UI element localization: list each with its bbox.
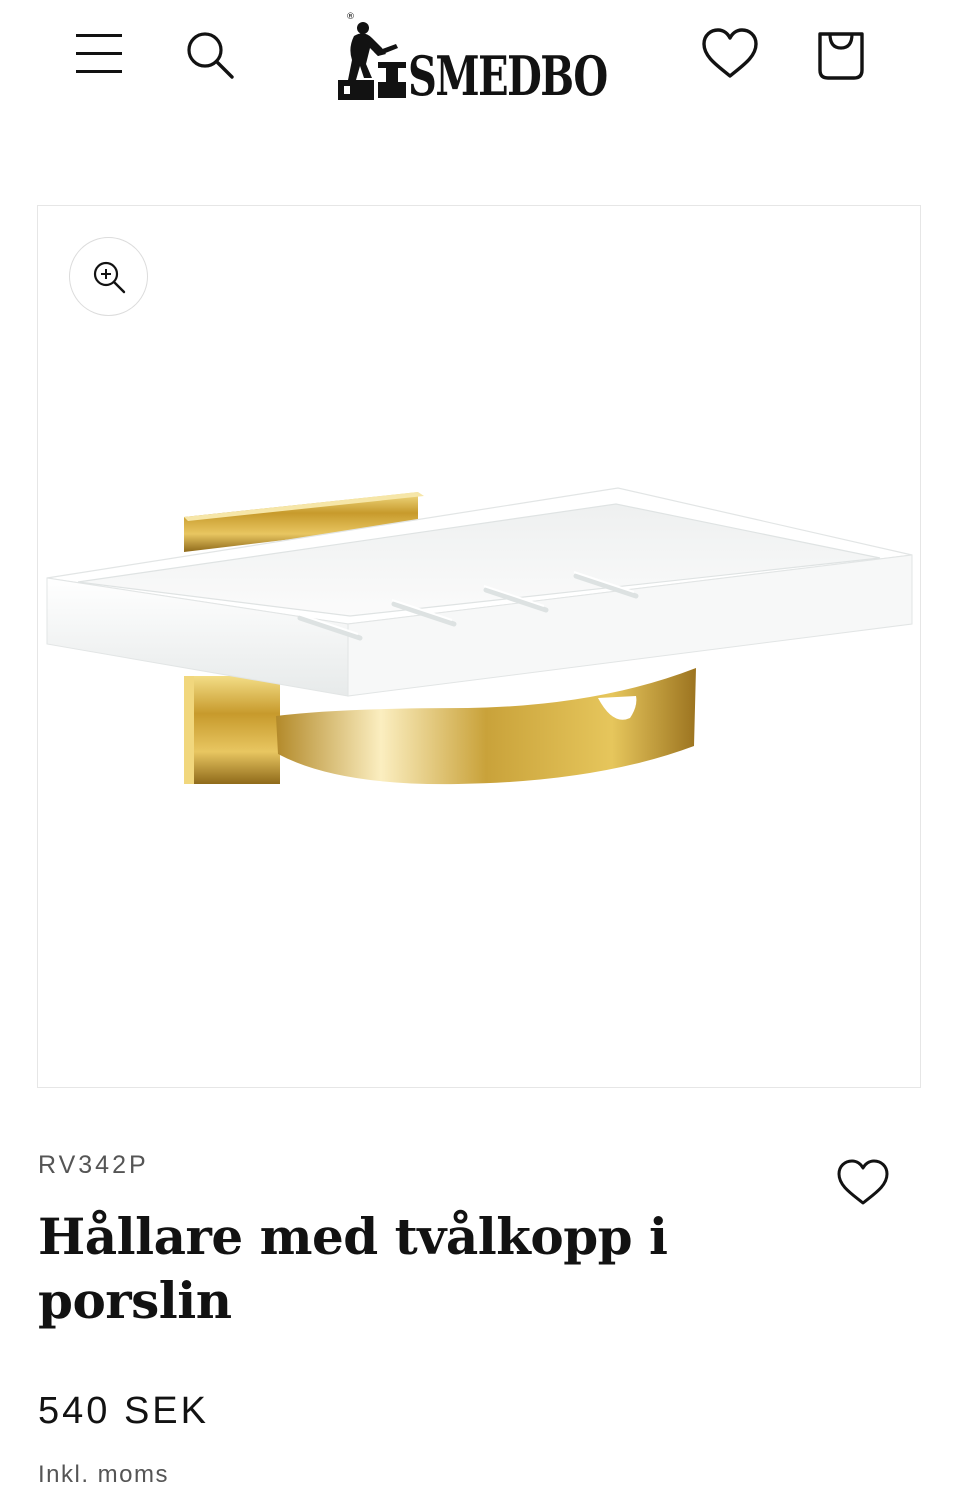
heart-icon: [837, 1159, 889, 1205]
tax-note: Inkl. moms: [38, 1461, 170, 1488]
product-price: 540 SEK: [38, 1390, 209, 1432]
heart-icon: [702, 28, 758, 78]
search-icon: [187, 32, 234, 79]
blacksmith-logo-icon: ®: [338, 12, 406, 100]
product-title: Hållare med tvålkopp i porslin: [38, 1207, 668, 1330]
product-sku: RV342P: [38, 1151, 149, 1179]
zoom-in-icon: [93, 261, 126, 294]
product-media-gallery: [37, 205, 921, 1088]
brand-wordmark: SMEDBO: [408, 44, 608, 108]
wishlist-button[interactable]: [700, 26, 760, 82]
product-image[interactable]: [38, 206, 921, 1088]
brand-logo[interactable]: ® SMEDBO: [334, 8, 616, 108]
hamburger-menu-icon: [76, 34, 122, 73]
shopping-bag-icon: [818, 32, 864, 80]
svg-text:®: ®: [346, 12, 355, 22]
zoom-button[interactable]: [69, 237, 148, 316]
site-header: ® SMEDBO: [0, 0, 960, 110]
product-wishlist-button[interactable]: [834, 1156, 892, 1208]
menu-button[interactable]: [72, 28, 126, 80]
cart-button[interactable]: [812, 26, 870, 84]
search-button[interactable]: [182, 28, 238, 82]
